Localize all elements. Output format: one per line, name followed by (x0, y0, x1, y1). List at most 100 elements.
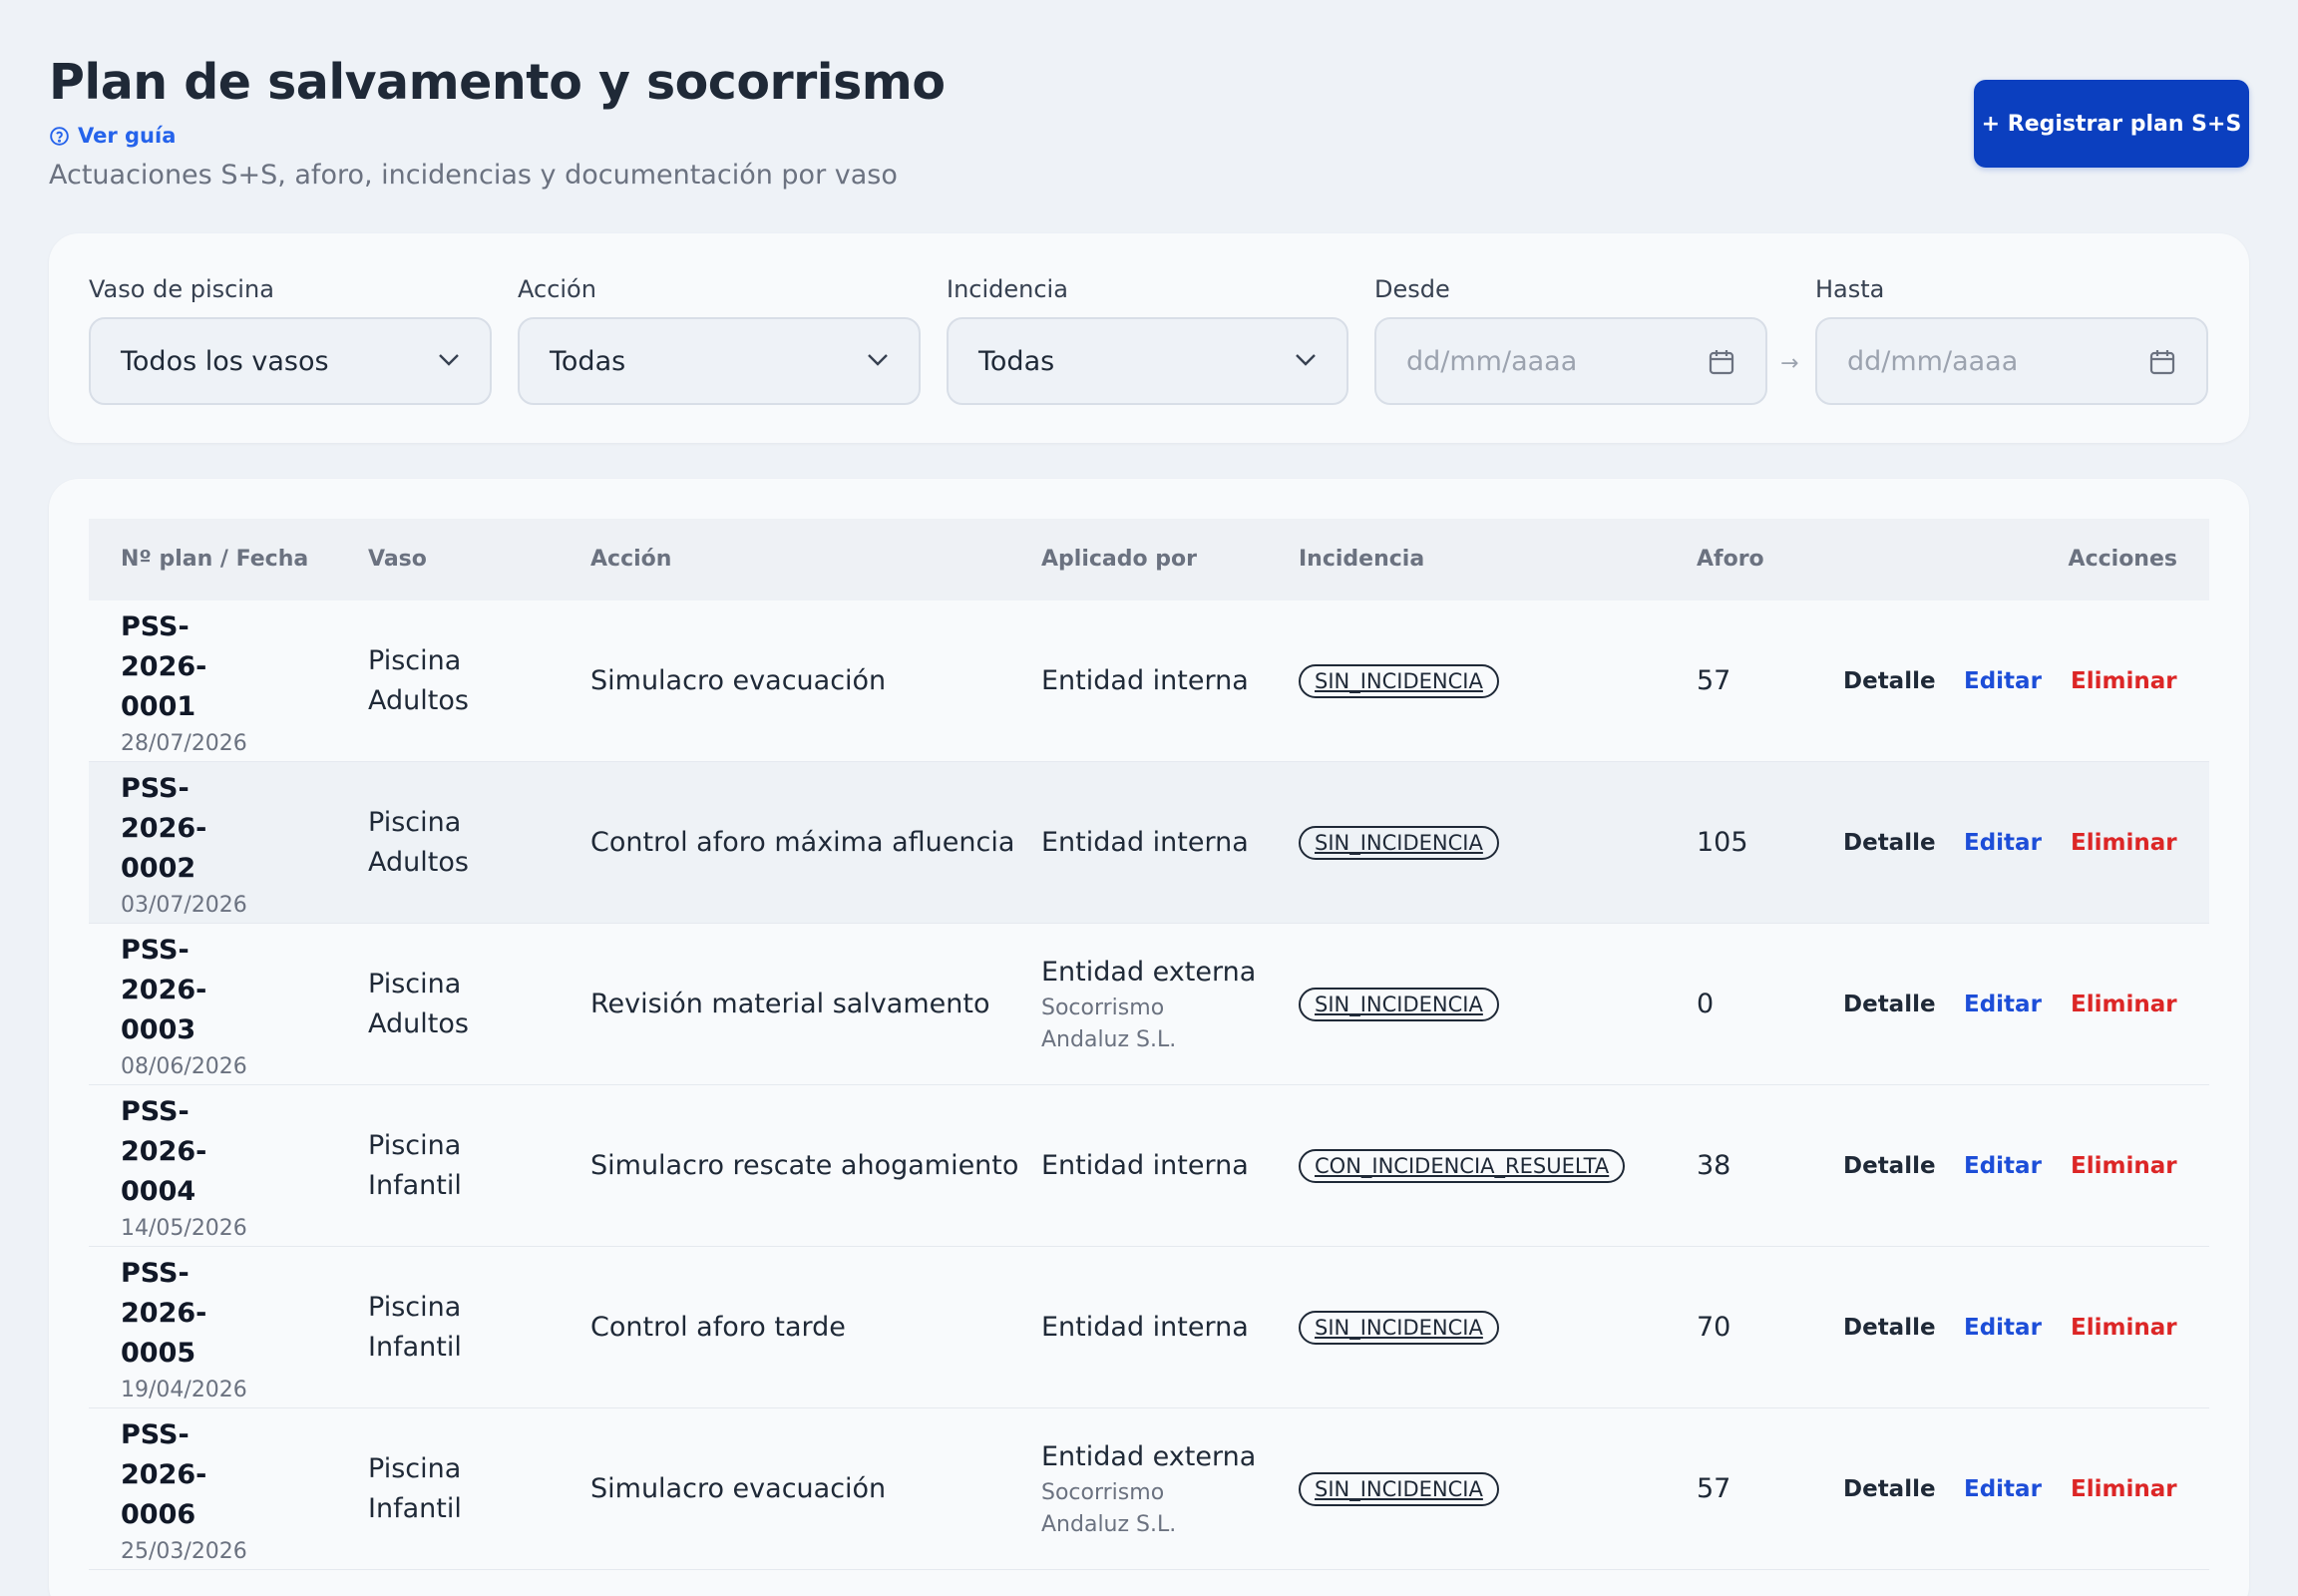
column-header-accion: Acción (590, 547, 672, 572)
detail-button[interactable]: Detalle (1843, 1408, 1936, 1570)
accion-value: Control aforo máxima afluencia (590, 827, 1015, 858)
column-header-aforo: Aforo (1697, 547, 1764, 572)
delete-button[interactable]: Eliminar (2071, 600, 2177, 762)
vaso-select[interactable]: Todos los vasos (89, 317, 492, 405)
plan-date: 08/06/2026 (121, 1053, 247, 1079)
incidencia-select[interactable]: Todas (947, 317, 1348, 405)
plan-cell: PSS-2026-0004 14/05/2026 (121, 1085, 270, 1247)
aforo-cell: 70 (1697, 1247, 1730, 1408)
detail-button[interactable]: Detalle (1843, 924, 1936, 1085)
plan-cell: PSS-2026-0001 28/07/2026 (121, 600, 270, 762)
accion-cell: Simulacro rescate ahogamiento (590, 1085, 1018, 1247)
filters-panel: Vaso de piscina Todos los vasos Acción T… (49, 233, 2249, 443)
incidencia-badge: SIN_INCIDENCIA (1299, 988, 1499, 1021)
accion-select-value: Todas (550, 345, 626, 377)
table-row[interactable]: PSS-2026-0002 03/07/2026 Piscina Adultos… (89, 762, 2209, 924)
accion-value: Revisión material salvamento (590, 989, 990, 1019)
aforo-value: 105 (1697, 827, 1748, 858)
aforo-value: 38 (1697, 1150, 1731, 1181)
detail-button[interactable]: Detalle (1843, 762, 1936, 924)
delete-button[interactable]: Eliminar (2071, 762, 2177, 924)
chevron-down-icon (868, 354, 888, 366)
aforo-cell: 57 (1697, 1408, 1730, 1570)
help-circle-icon (50, 126, 69, 146)
filter-hasta: Hasta dd/mm/aaaa (1815, 271, 2208, 405)
vaso-select-value: Todos los vasos (121, 345, 329, 377)
aplicado-cell: Entidad externa Socorrismo Andaluz S.L. (1041, 924, 1256, 1085)
aplicado-cell: Entidad interna (1041, 600, 1249, 762)
incidencia-cell: SIN_INCIDENCIA (1299, 600, 1499, 762)
table-row[interactable]: PSS-2026-0006 25/03/2026 Piscina Infanti… (89, 1408, 2209, 1570)
chevron-down-icon (1296, 354, 1316, 366)
edit-button[interactable]: Editar (1964, 924, 2042, 1085)
aplicado-value: Entidad externa (1041, 957, 1257, 988)
aplicado-cell: Entidad interna (1041, 762, 1249, 924)
edit-button[interactable]: Editar (1964, 762, 2042, 924)
edit-button[interactable]: Editar (1964, 600, 2042, 762)
accion-cell: Control aforo máxima afluencia (590, 762, 1014, 924)
table-row[interactable]: PSS-2026-0005 19/04/2026 Piscina Infanti… (89, 1247, 2209, 1408)
filter-accion: Acción Todas (518, 271, 921, 405)
column-header-incidencia: Incidencia (1299, 547, 1425, 572)
vaso-cell: Piscina Adultos (368, 762, 488, 924)
accion-cell: Revisión material salvamento (590, 924, 989, 1085)
desde-date-input[interactable]: dd/mm/aaaa (1374, 317, 1767, 405)
edit-button[interactable]: Editar (1964, 1085, 2042, 1247)
vaso-cell: Piscina Infantil (368, 1085, 488, 1247)
aforo-value: 57 (1697, 1473, 1731, 1504)
vaso-value: Piscina Adultos (368, 807, 469, 878)
aplicado-value: Entidad externa (1041, 1441, 1257, 1472)
incidencia-badge: SIN_INCIDENCIA (1299, 1311, 1499, 1345)
calendar-icon[interactable] (2148, 348, 2176, 376)
incidencia-badge: CON_INCIDENCIA_RESUELTA (1299, 1149, 1626, 1183)
desde-placeholder: dd/mm/aaaa (1406, 345, 1578, 377)
aforo-value: 0 (1697, 989, 1715, 1019)
filter-vaso-label: Vaso de piscina (89, 275, 274, 303)
vaso-cell: Piscina Adultos (368, 924, 488, 1085)
incidencia-cell: SIN_INCIDENCIA (1299, 762, 1499, 924)
plan-date: 25/03/2026 (121, 1538, 247, 1564)
aplicado-value: Entidad interna (1041, 1312, 1249, 1343)
plan-number: PSS-2026-0003 (121, 934, 207, 1045)
aforo-value: 70 (1697, 1312, 1731, 1343)
plan-date: 28/07/2026 (121, 730, 247, 756)
aforo-cell: 38 (1697, 1085, 1730, 1247)
delete-button[interactable]: Eliminar (2071, 1408, 2177, 1570)
vaso-value: Piscina Infantil (368, 1130, 462, 1201)
column-header-acciones: Acciones (2068, 547, 2177, 572)
page-title: Plan de salvamento y socorrismo (49, 54, 946, 111)
table-row[interactable]: PSS-2026-0004 14/05/2026 Piscina Infanti… (89, 1085, 2209, 1247)
detail-button[interactable]: Detalle (1843, 1085, 1936, 1247)
register-plan-button[interactable]: + Registrar plan S+S (1974, 80, 2249, 168)
accion-value: Simulacro evacuación (590, 665, 887, 696)
incidencia-badge: SIN_INCIDENCIA (1299, 664, 1499, 698)
calendar-icon[interactable] (1708, 348, 1735, 376)
filter-hasta-label: Hasta (1815, 275, 1885, 303)
accion-cell: Simulacro evacuación (590, 1408, 886, 1570)
table-row[interactable]: PSS-2026-0003 08/06/2026 Piscina Adultos… (89, 924, 2209, 1085)
detail-button[interactable]: Detalle (1843, 1247, 1936, 1408)
accion-select[interactable]: Todas (518, 317, 921, 405)
guide-link[interactable]: Ver guía (49, 124, 176, 148)
edit-button[interactable]: Editar (1964, 1247, 2042, 1408)
vaso-cell: Piscina Infantil (368, 1408, 488, 1570)
delete-button[interactable]: Eliminar (2071, 924, 2177, 1085)
filter-incidencia-label: Incidencia (947, 275, 1068, 303)
delete-button[interactable]: Eliminar (2071, 1247, 2177, 1408)
filter-desde-label: Desde (1374, 275, 1450, 303)
filter-incidencia: Incidencia Todas (947, 271, 1348, 405)
vaso-cell: Piscina Infantil (368, 1247, 488, 1408)
vaso-value: Piscina Adultos (368, 645, 469, 716)
table-row[interactable]: PSS-2026-0001 28/07/2026 Piscina Adultos… (89, 600, 2209, 762)
detail-button[interactable]: Detalle (1843, 600, 1936, 762)
aplicado-entity: Socorrismo Andaluz S.L. (1041, 1480, 1177, 1537)
edit-button[interactable]: Editar (1964, 1408, 2042, 1570)
hasta-date-input[interactable]: dd/mm/aaaa (1815, 317, 2208, 405)
page-header: Plan de salvamento y socorrismo Ver guía… (49, 50, 2249, 209)
filter-vaso: Vaso de piscina Todos los vasos (89, 271, 492, 405)
delete-button[interactable]: Eliminar (2071, 1085, 2177, 1247)
plan-cell: PSS-2026-0002 03/07/2026 (121, 762, 270, 924)
column-header-vaso: Vaso (368, 547, 427, 572)
aplicado-value: Entidad interna (1041, 1150, 1249, 1181)
aplicado-entity: Socorrismo Andaluz S.L. (1041, 996, 1177, 1052)
